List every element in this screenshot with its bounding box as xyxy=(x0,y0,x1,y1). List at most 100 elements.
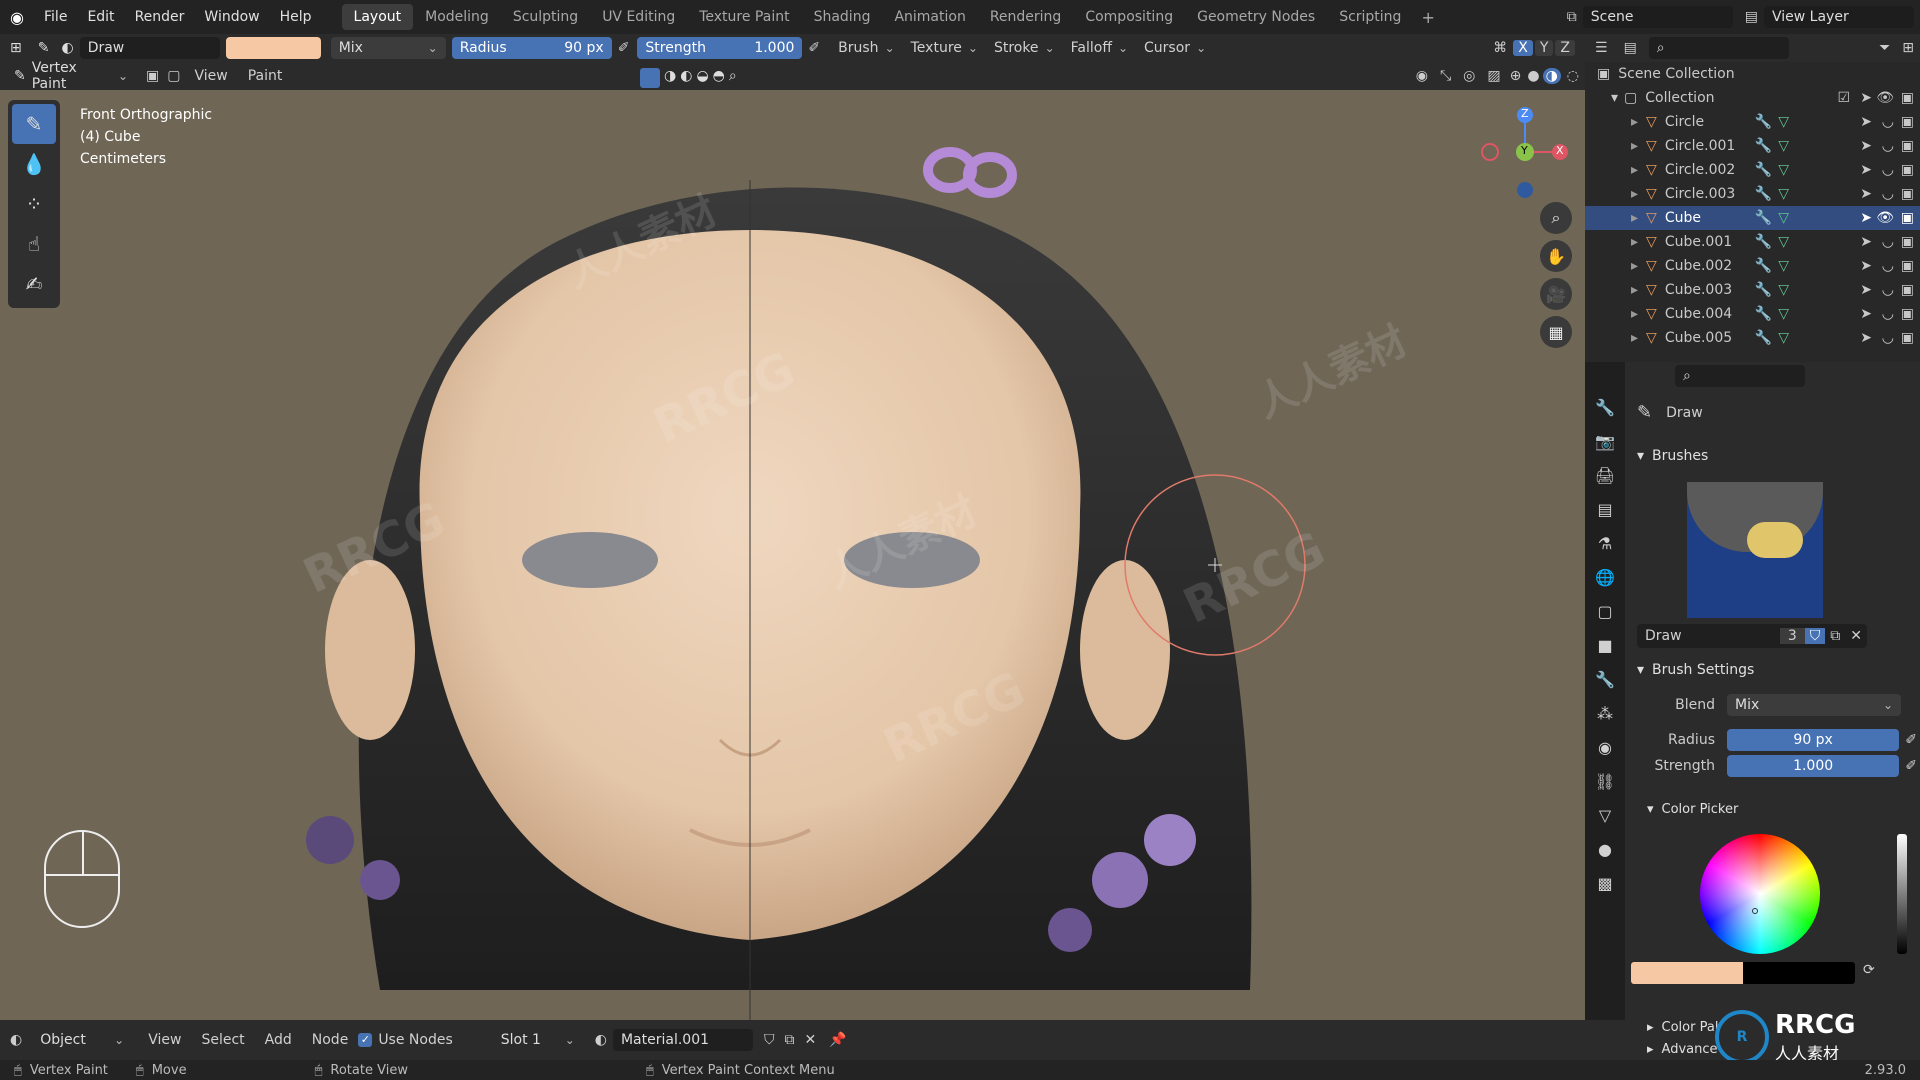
draw-brush-icon[interactable]: ✎ xyxy=(12,104,56,144)
eye-closed-icon[interactable]: ◡ xyxy=(1882,138,1894,154)
editor-type-icon[interactable]: ⊞ xyxy=(0,40,32,56)
mirror-y-toggle[interactable]: Y xyxy=(1534,40,1554,56)
radius-slider[interactable]: 90 px xyxy=(1727,729,1900,751)
outliner-collection[interactable]: ▾ ▢ Collection ☑ ➤ 👁 ▣ xyxy=(1585,86,1920,110)
camera-icon[interactable]: ▣ xyxy=(1901,282,1914,298)
wireframe-shading-icon[interactable]: ⊕ xyxy=(1507,68,1525,84)
scene-icon[interactable]: ⧉ xyxy=(1561,9,1583,25)
primary-color-swatch[interactable] xyxy=(1631,962,1743,984)
rendered-shading-icon[interactable]: ◌ xyxy=(1561,68,1585,84)
view-layer-icon[interactable]: ▤ xyxy=(1739,9,1764,25)
average-brush-icon[interactable]: ⁘ xyxy=(12,184,56,224)
tool-tab-icon[interactable]: 🔧 xyxy=(1585,390,1625,424)
material-shading-icon[interactable]: ◑ xyxy=(1542,68,1561,84)
menu-stroke[interactable]: Stroke xyxy=(986,40,1063,56)
duplicate-icon[interactable]: ⧉ xyxy=(1825,628,1845,644)
camera-icon[interactable]: ▣ xyxy=(1901,234,1914,250)
3d-viewport[interactable]: RRCG RRCG RRCG RRCG 人人素材 人人素材 人人素材 xyxy=(0,90,1585,1020)
eye-closed-icon[interactable]: ◡ xyxy=(1882,258,1894,274)
eye-icon[interactable]: 👁 xyxy=(1876,210,1894,226)
brushes-panel-header[interactable]: ▾ Brushes xyxy=(1637,448,1708,464)
mask-face-icon[interactable]: ▣ xyxy=(142,68,163,84)
menu-brush[interactable]: Brush xyxy=(830,40,902,56)
view-layer-selector[interactable]: View Layer xyxy=(1764,6,1914,28)
duplicate-icon[interactable]: ⧉ xyxy=(779,1032,799,1048)
display-mode-icon[interactable]: ▤ xyxy=(1618,40,1643,56)
eye-closed-icon[interactable]: ◡ xyxy=(1882,306,1894,322)
menu-render[interactable]: Render xyxy=(125,0,195,34)
tab-scripting[interactable]: Scripting xyxy=(1327,4,1413,30)
grid-icon[interactable]: ▦ xyxy=(1540,316,1572,348)
menu-file[interactable]: File xyxy=(34,0,77,34)
chevron-right-icon[interactable]: ▸ xyxy=(1631,138,1638,154)
select-arrow-icon[interactable]: ➤ xyxy=(1860,90,1872,106)
smear-brush-icon[interactable]: ☝ xyxy=(12,224,56,264)
outliner-search-input[interactable]: ⌕ xyxy=(1648,37,1789,59)
brush-datablock-field[interactable]: Draw 3 ⛉ ⧉ ✕ xyxy=(1637,624,1867,648)
select-arrow-icon[interactable]: ➤ xyxy=(1860,138,1872,154)
select-mode-icon[interactable]: ◐ xyxy=(680,68,692,88)
pressure-icon[interactable]: ✐ xyxy=(1905,758,1917,774)
select-mode-icon[interactable]: ◑ xyxy=(664,68,676,88)
menu-edit[interactable]: Edit xyxy=(77,0,124,34)
navigation-gizmo[interactable]: Z Y X xyxy=(1480,105,1570,205)
select-mode-icon[interactable]: ◓ xyxy=(713,68,725,88)
slot-dropdown[interactable]: Slot 1 xyxy=(492,1029,583,1051)
radius-slider[interactable]: Radius 90 px xyxy=(451,37,612,59)
value-slider[interactable] xyxy=(1897,834,1907,954)
select-arrow-icon[interactable]: ➤ xyxy=(1860,306,1872,322)
camera-icon[interactable]: ▣ xyxy=(1901,114,1914,130)
editor-type-icon[interactable]: ◐ xyxy=(0,1032,32,1048)
tab-sculpting[interactable]: Sculpting xyxy=(501,4,590,30)
tab-layout[interactable]: Layout xyxy=(341,4,414,30)
xray-icon[interactable]: ▨ xyxy=(1481,68,1506,84)
mask-vertex-icon[interactable]: ▢ xyxy=(163,68,184,84)
scene-selector[interactable]: Scene xyxy=(1582,6,1733,28)
eye-closed-icon[interactable]: ◡ xyxy=(1882,234,1894,250)
select-arrow-icon[interactable]: ➤ xyxy=(1860,282,1872,298)
modifier-tab-icon[interactable]: 🔧 xyxy=(1585,662,1625,696)
menu-help[interactable]: Help xyxy=(270,0,322,34)
properties-search-input[interactable]: ⌕ xyxy=(1675,365,1805,387)
outliner-item[interactable]: ▸ ▽ Circle 🔧 ▽ ➤ ◡ ▣ xyxy=(1585,110,1920,134)
menu-texture[interactable]: Texture xyxy=(903,40,986,56)
strength-pressure-icon[interactable]: ✐ xyxy=(808,40,820,56)
zoom-icon[interactable]: ⌕ xyxy=(1540,202,1572,234)
blend-dropdown[interactable]: Mix xyxy=(1727,694,1901,716)
object-tab-icon[interactable]: ■ xyxy=(1585,628,1625,662)
brush-color-swatch[interactable] xyxy=(225,37,321,59)
material-sphere-icon[interactable]: ◐ xyxy=(589,1032,613,1048)
constraints-tab-icon[interactable]: ⛓ xyxy=(1585,764,1625,798)
camera-icon[interactable]: ▣ xyxy=(1901,162,1914,178)
outliner-item[interactable]: ▸ ▽ Cube 🔧 ▽ ➤ 👁 ▣ xyxy=(1585,206,1920,230)
menu-select[interactable]: Select xyxy=(191,1032,254,1048)
select-arrow-icon[interactable]: ➤ xyxy=(1860,114,1872,130)
view-layer-tab-icon[interactable]: ▤ xyxy=(1585,492,1625,526)
collection-tab-icon[interactable]: ▢ xyxy=(1585,594,1625,628)
outliner-item[interactable]: ▸ ▽ Circle.001 🔧 ▽ ➤ ◡ ▣ xyxy=(1585,134,1920,158)
tab-uv-editing[interactable]: UV Editing xyxy=(590,4,687,30)
brush-tool-icon[interactable]: ✎ xyxy=(32,40,56,56)
tab-shading[interactable]: Shading xyxy=(802,4,883,30)
filter-icon[interactable]: ⏷ xyxy=(1873,40,1896,56)
menu-falloff[interactable]: Falloff xyxy=(1063,40,1136,56)
visibility-icon[interactable]: ◉ xyxy=(1410,68,1434,84)
annotate-icon[interactable]: ✍ xyxy=(12,264,56,304)
chevron-right-icon[interactable]: ▸ xyxy=(1631,210,1638,226)
chevron-down-icon[interactable]: ▾ xyxy=(1611,90,1618,106)
brush-preview-icon[interactable]: ◐ xyxy=(55,40,79,56)
material-field[interactable]: Material.001 xyxy=(612,1029,753,1051)
brush-user-count[interactable]: 3 xyxy=(1779,628,1805,644)
select-mode-icon[interactable]: ◒ xyxy=(696,68,708,88)
scene-tab-icon[interactable]: ⚗ xyxy=(1585,526,1625,560)
mirror-x-toggle[interactable]: X xyxy=(1513,40,1533,56)
chevron-right-icon[interactable]: ▸ xyxy=(1631,162,1638,178)
use-nodes-checkbox[interactable]: ✓ xyxy=(358,1033,373,1047)
select-arrow-icon[interactable]: ➤ xyxy=(1860,162,1872,178)
new-collection-icon[interactable]: ⊞ xyxy=(1896,40,1920,56)
menu-view[interactable]: View xyxy=(184,68,237,84)
outliner-scene-collection[interactable]: ▣ Scene Collection xyxy=(1585,62,1920,86)
mirror-z-toggle[interactable]: Z xyxy=(1555,40,1575,56)
pin-icon[interactable]: 📌 xyxy=(821,1032,854,1048)
camera-icon[interactable]: ▣ xyxy=(1901,210,1914,226)
